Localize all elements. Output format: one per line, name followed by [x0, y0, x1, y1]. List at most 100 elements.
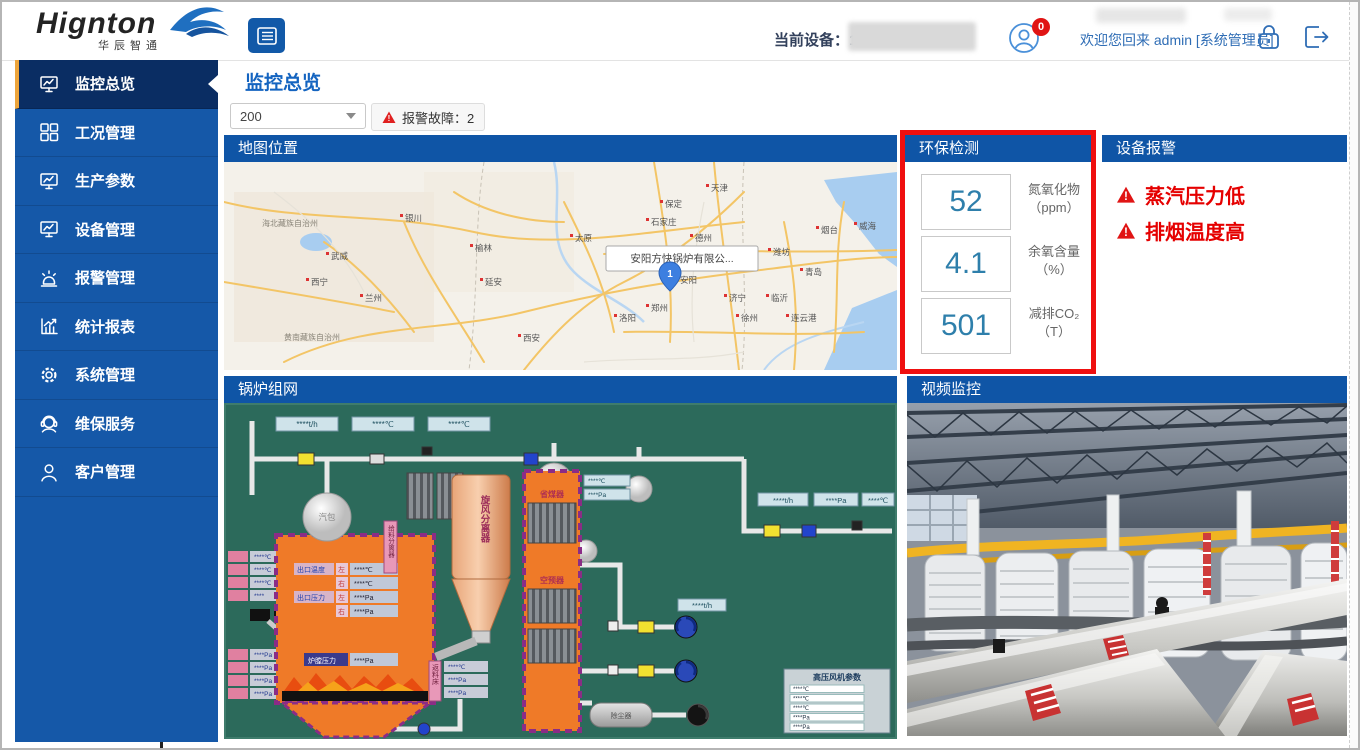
svg-text:连云港: 连云港	[791, 313, 817, 323]
metric-oxygen: 4.1 余氧含量（%）	[921, 236, 1081, 290]
sidebar-item-label: 工况管理	[75, 122, 135, 143]
svg-text:保定: 保定	[665, 199, 683, 209]
svg-text:临沂: 临沂	[771, 293, 789, 303]
sidebar-item-production-params[interactable]: 生产参数	[15, 157, 218, 206]
svg-text:德州: 德州	[695, 233, 712, 243]
sidebar-item-label: 设备管理	[75, 219, 135, 240]
svg-text:****℃: ****℃	[793, 706, 809, 712]
top-header: Hignton 华辰智通 当前设备：17K 0 欢迎您回来 admin [系	[2, 2, 1358, 61]
hp-fan-title: 高压风机参数	[813, 672, 862, 682]
sidebar-nav: 监控总览 工况管理 生产参数 设备管理 报警管理	[15, 60, 218, 742]
svg-text:****Pa: ****Pa	[254, 652, 272, 659]
alarm-text: 蒸汽压力低	[1145, 180, 1245, 209]
alarm-text: 排烟温度高	[1145, 216, 1245, 245]
sidebar-item-system-mgmt[interactable]: 系统管理	[15, 351, 218, 400]
sidebar-item-device-mgmt[interactable]: 设备管理	[15, 206, 218, 255]
metric-value: 52	[921, 174, 1011, 230]
svg-text:****℃: ****℃	[793, 687, 809, 693]
metric-co2: 501 减排CO₂（T）	[921, 298, 1081, 352]
hp-fan-table: 高压风机参数 ****℃ ****℃ ****℃ ****Pa ****Pa	[784, 669, 890, 733]
sidebar-item-label: 系统管理	[75, 364, 135, 385]
svg-text:安阳方快锅炉有限公...: 安阳方快锅炉有限公...	[630, 252, 733, 265]
sidebar-item-customer-mgmt[interactable]: 客户管理	[15, 448, 218, 497]
svg-text:!: !	[388, 114, 391, 123]
alarm-fault-text: 报警故障：2	[402, 108, 474, 127]
svg-text:武威: 武威	[331, 251, 349, 261]
gear-icon	[38, 364, 60, 386]
alarm-fault-badge[interactable]: ! 报警故障：2	[371, 103, 485, 131]
svg-text:太原: 太原	[575, 233, 592, 243]
steam-drum-label: 汽包	[318, 512, 336, 522]
video-panel-title: 视频监控	[907, 376, 1347, 403]
svg-text:兰州: 兰州	[365, 293, 382, 303]
app-window: Hignton 华辰智通 当前设备：17K 0 欢迎您回来 admin [系	[0, 0, 1360, 750]
metric-label: 减排CO₂（T）	[1019, 305, 1089, 341]
svg-text:洛阳: 洛阳	[619, 313, 636, 323]
lock-icon	[1255, 22, 1283, 52]
sidebar-item-alarm-mgmt[interactable]: 报警管理	[15, 254, 218, 303]
dust-collector: 除尘器	[590, 703, 652, 727]
svg-text:威海: 威海	[859, 221, 877, 231]
svg-text:****t/h: ****t/h	[773, 496, 793, 505]
economizer-label: 省煤器	[539, 489, 565, 499]
env-panel-title: 环保检测	[905, 135, 1091, 162]
sidebar-item-statistics[interactable]: 统计报表	[15, 303, 218, 352]
svg-text:徐州: 徐州	[741, 313, 758, 323]
list-menu-icon	[257, 27, 277, 45]
monitor-chart-icon	[38, 73, 60, 95]
warning-triangle-icon: !	[382, 111, 396, 124]
welcome-label: 欢迎您回来	[1080, 32, 1150, 48]
sidebar-item-monitor-overview[interactable]: 监控总览	[15, 60, 218, 109]
sidebar-item-condition-mgmt[interactable]: 工况管理	[15, 109, 218, 158]
svg-text:****℃: ****℃	[793, 697, 809, 703]
svg-text:烟台: 烟台	[821, 225, 838, 235]
page-title: 监控总览	[245, 68, 321, 95]
china-map-canvas[interactable]: 海北藏族自治州 黄南藏族自治州 西宁 兰州 武威 银川 榆林 延安 西安 太原 …	[224, 162, 897, 370]
svg-text:****Pa: ****Pa	[793, 725, 810, 731]
menu-toggle-button[interactable]	[248, 18, 285, 53]
svg-text:郑州: 郑州	[651, 303, 668, 313]
cyclone-label: 旋风分离器	[479, 494, 492, 543]
alarm-row: ! 排烟温度高	[1116, 216, 1245, 245]
brand-antelope-icon	[132, 4, 242, 38]
svg-text:出口温度: 出口温度	[297, 565, 325, 574]
svg-text:****℃: ****℃	[254, 580, 272, 587]
return-bed-label: 返料床	[432, 664, 440, 686]
map-region-label: 黄南藏族自治州	[284, 332, 340, 342]
map-tooltip[interactable]: 安阳方快锅炉有限公...	[606, 246, 758, 271]
furnace-pressure-label: 炉膛压力	[308, 656, 336, 665]
svg-text:石家庄: 石家庄	[651, 217, 677, 227]
right-scroll-gutter[interactable]	[1349, 2, 1359, 748]
person-icon	[38, 461, 60, 483]
svg-text:****Pa: ****Pa	[448, 677, 466, 684]
svg-text:****℃: ****℃	[448, 664, 466, 671]
svg-text:银川: 银川	[405, 213, 422, 223]
sidebar-item-label: 统计报表	[75, 316, 135, 337]
sidebar-item-label: 维保服务	[75, 413, 135, 434]
svg-text:****℃: ****℃	[868, 496, 889, 505]
svg-text:!: !	[1124, 190, 1128, 203]
svg-text:出口压力: 出口压力	[297, 593, 325, 602]
svg-text:****Pa: ****Pa	[354, 595, 374, 602]
svg-text:潍坊: 潍坊	[773, 247, 791, 257]
backpass-vessel: 省煤器 空预器	[524, 471, 580, 731]
svg-text:****Pa: ****Pa	[826, 496, 848, 505]
sidebar-item-label: 客户管理	[75, 461, 135, 482]
svg-text:****℃: ****℃	[588, 478, 606, 485]
logout-button[interactable]	[1301, 22, 1331, 52]
svg-text:1: 1	[667, 269, 673, 280]
notification-badge[interactable]: 0	[1032, 18, 1050, 36]
svg-text:****: ****	[254, 593, 265, 600]
sidebar-item-maintenance[interactable]: 维保服务	[15, 400, 218, 449]
device-filter-value: 200	[240, 109, 262, 124]
active-item-arrow	[208, 75, 218, 93]
svg-text:右: 右	[338, 579, 345, 588]
scrollbar-tick	[160, 742, 163, 748]
welcome-text: 欢迎您回来 admin [系统管理员]	[1080, 30, 1274, 50]
device-filter-select[interactable]: 200	[230, 103, 366, 129]
svg-text:****℃: ****℃	[372, 420, 393, 429]
monitor-chart-icon	[38, 170, 60, 192]
lock-screen-button[interactable]	[1255, 22, 1285, 52]
svg-text:****℃: ****℃	[254, 567, 272, 574]
svg-text:****t/h: ****t/h	[296, 420, 317, 429]
